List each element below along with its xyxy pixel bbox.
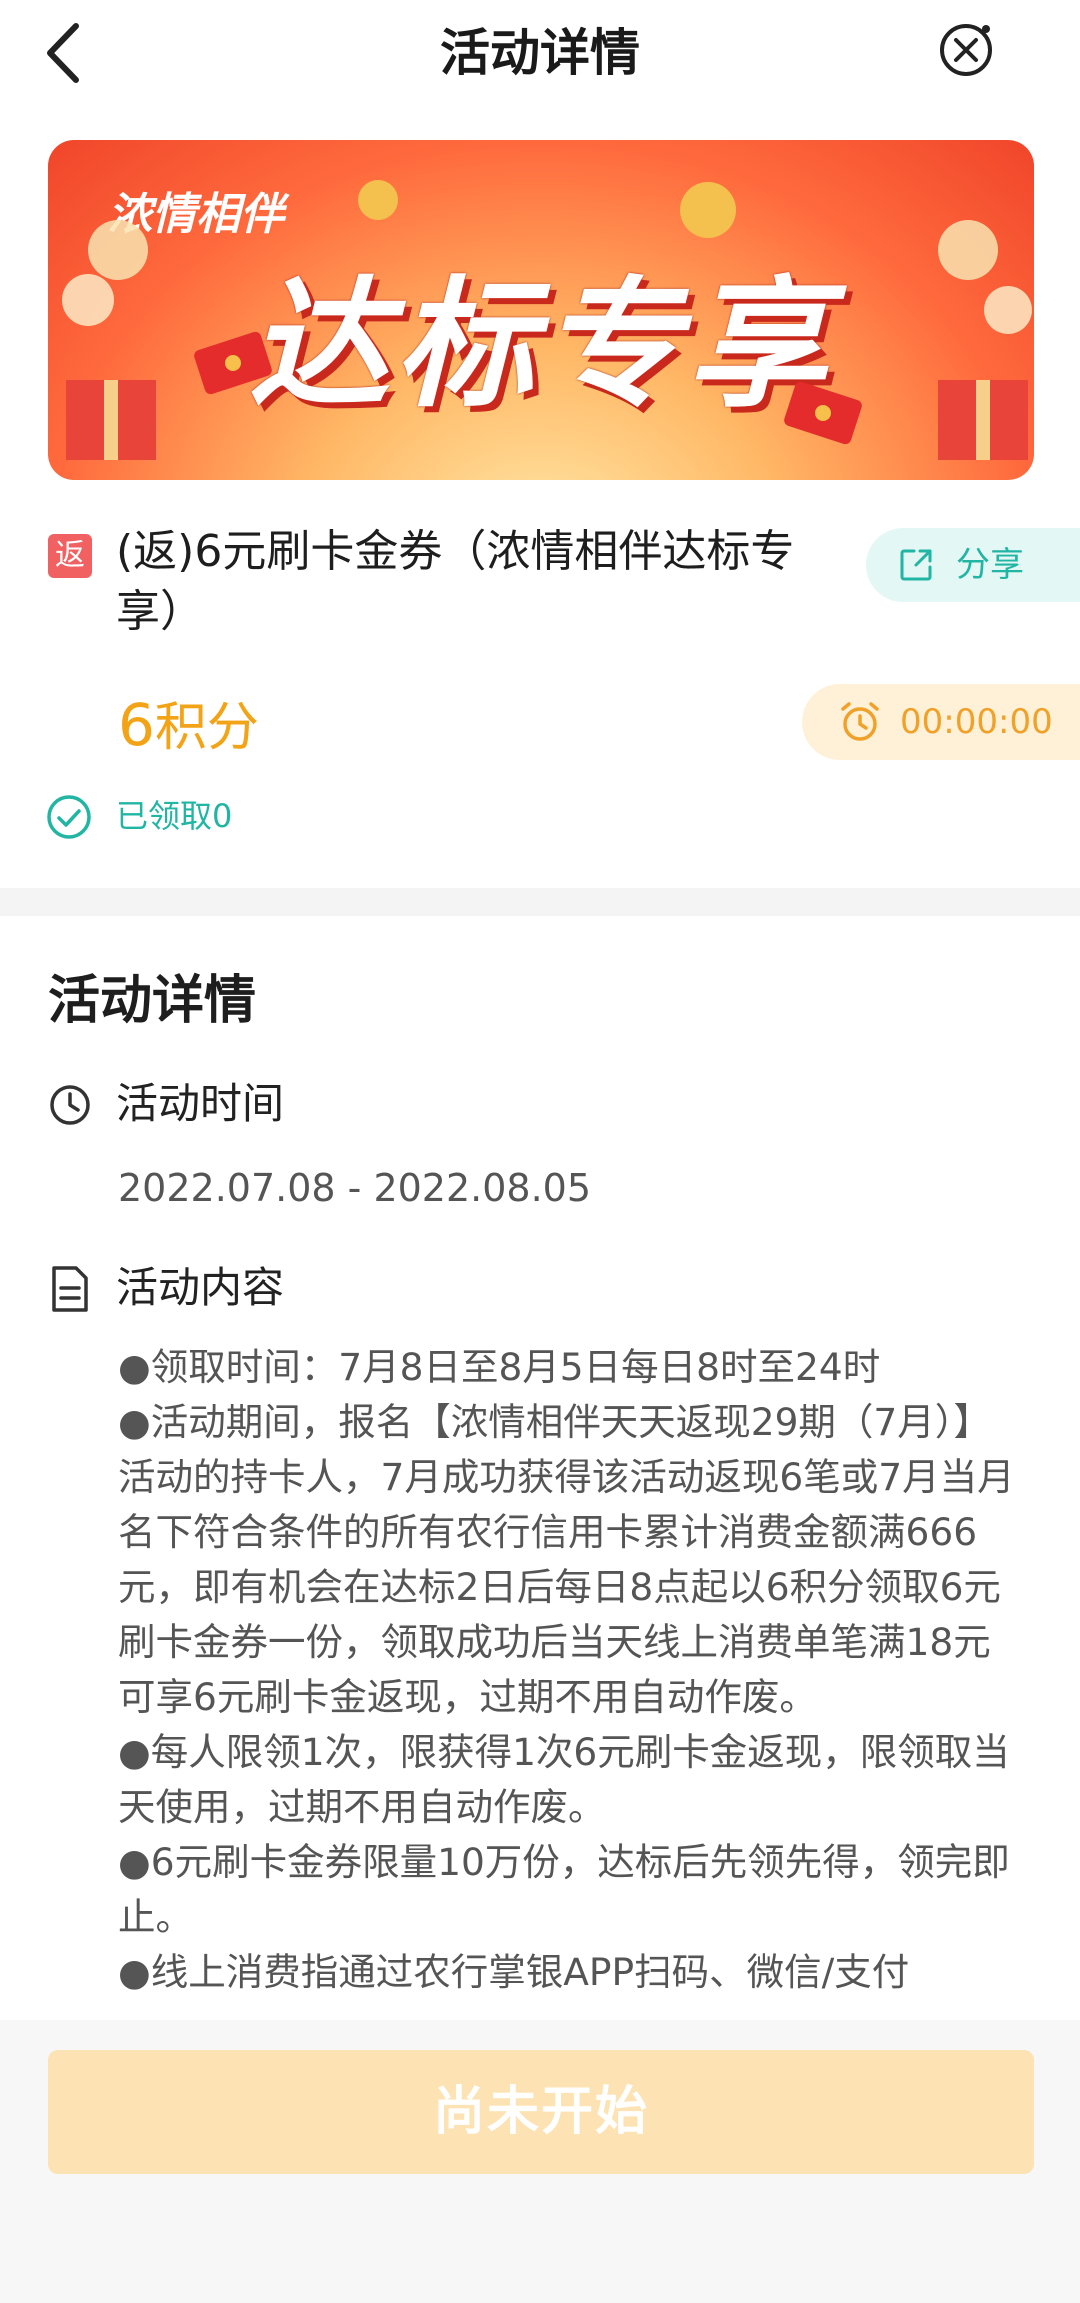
promo-banner[interactable]: 浓情相伴 达标专享 (48, 140, 1034, 480)
clock-icon (50, 1085, 90, 1125)
alarm-clock-icon (841, 702, 879, 741)
product-title: (返)6元刷卡金券（浓情相伴达标专享） (116, 526, 795, 637)
points-value: 6 (118, 691, 155, 759)
check-circle-icon (47, 795, 91, 839)
document-icon (52, 1266, 88, 1312)
balloon-gift-left-icon (62, 220, 156, 460)
share-label: 分享 (956, 545, 1024, 585)
activity-content-text: ●领取时间：7月8日至8月5日每日8时至24时 ●活动期间，报名【浓情相伴天天返… (118, 1345, 1015, 1994)
points-unit: 积分 (154, 698, 259, 758)
countdown-timer: 00:00:00 (802, 684, 1080, 760)
red-envelope-icon (194, 331, 272, 395)
section-divider (0, 888, 1080, 916)
activity-time-label: 活动时间 (116, 1079, 285, 1128)
red-envelope-icon-2 (784, 381, 862, 445)
close-circle-icon (940, 24, 992, 76)
balloon-gift-right-icon (938, 220, 1032, 460)
not-started-button[interactable]: 尚未开始 (48, 2050, 1034, 2174)
coin-icon (358, 180, 398, 220)
return-tag: 返 (48, 534, 92, 578)
coin-icon-2 (680, 182, 736, 238)
share-button[interactable]: 分享 (866, 528, 1080, 602)
activity-content-label: 活动内容 (116, 1263, 285, 1312)
points-cost: 6积分 (118, 685, 259, 760)
share-icon (900, 549, 932, 581)
close-button[interactable] (936, 20, 996, 80)
claimed-count: 已领取0 (116, 797, 233, 835)
timer-text: 00:00:00 (900, 702, 1053, 742)
section-title: 活动详情 (48, 971, 257, 1031)
page-title: 活动详情 (440, 24, 640, 82)
activity-time-value: 2022.07.08 - 2022.08.05 (118, 1166, 592, 1210)
